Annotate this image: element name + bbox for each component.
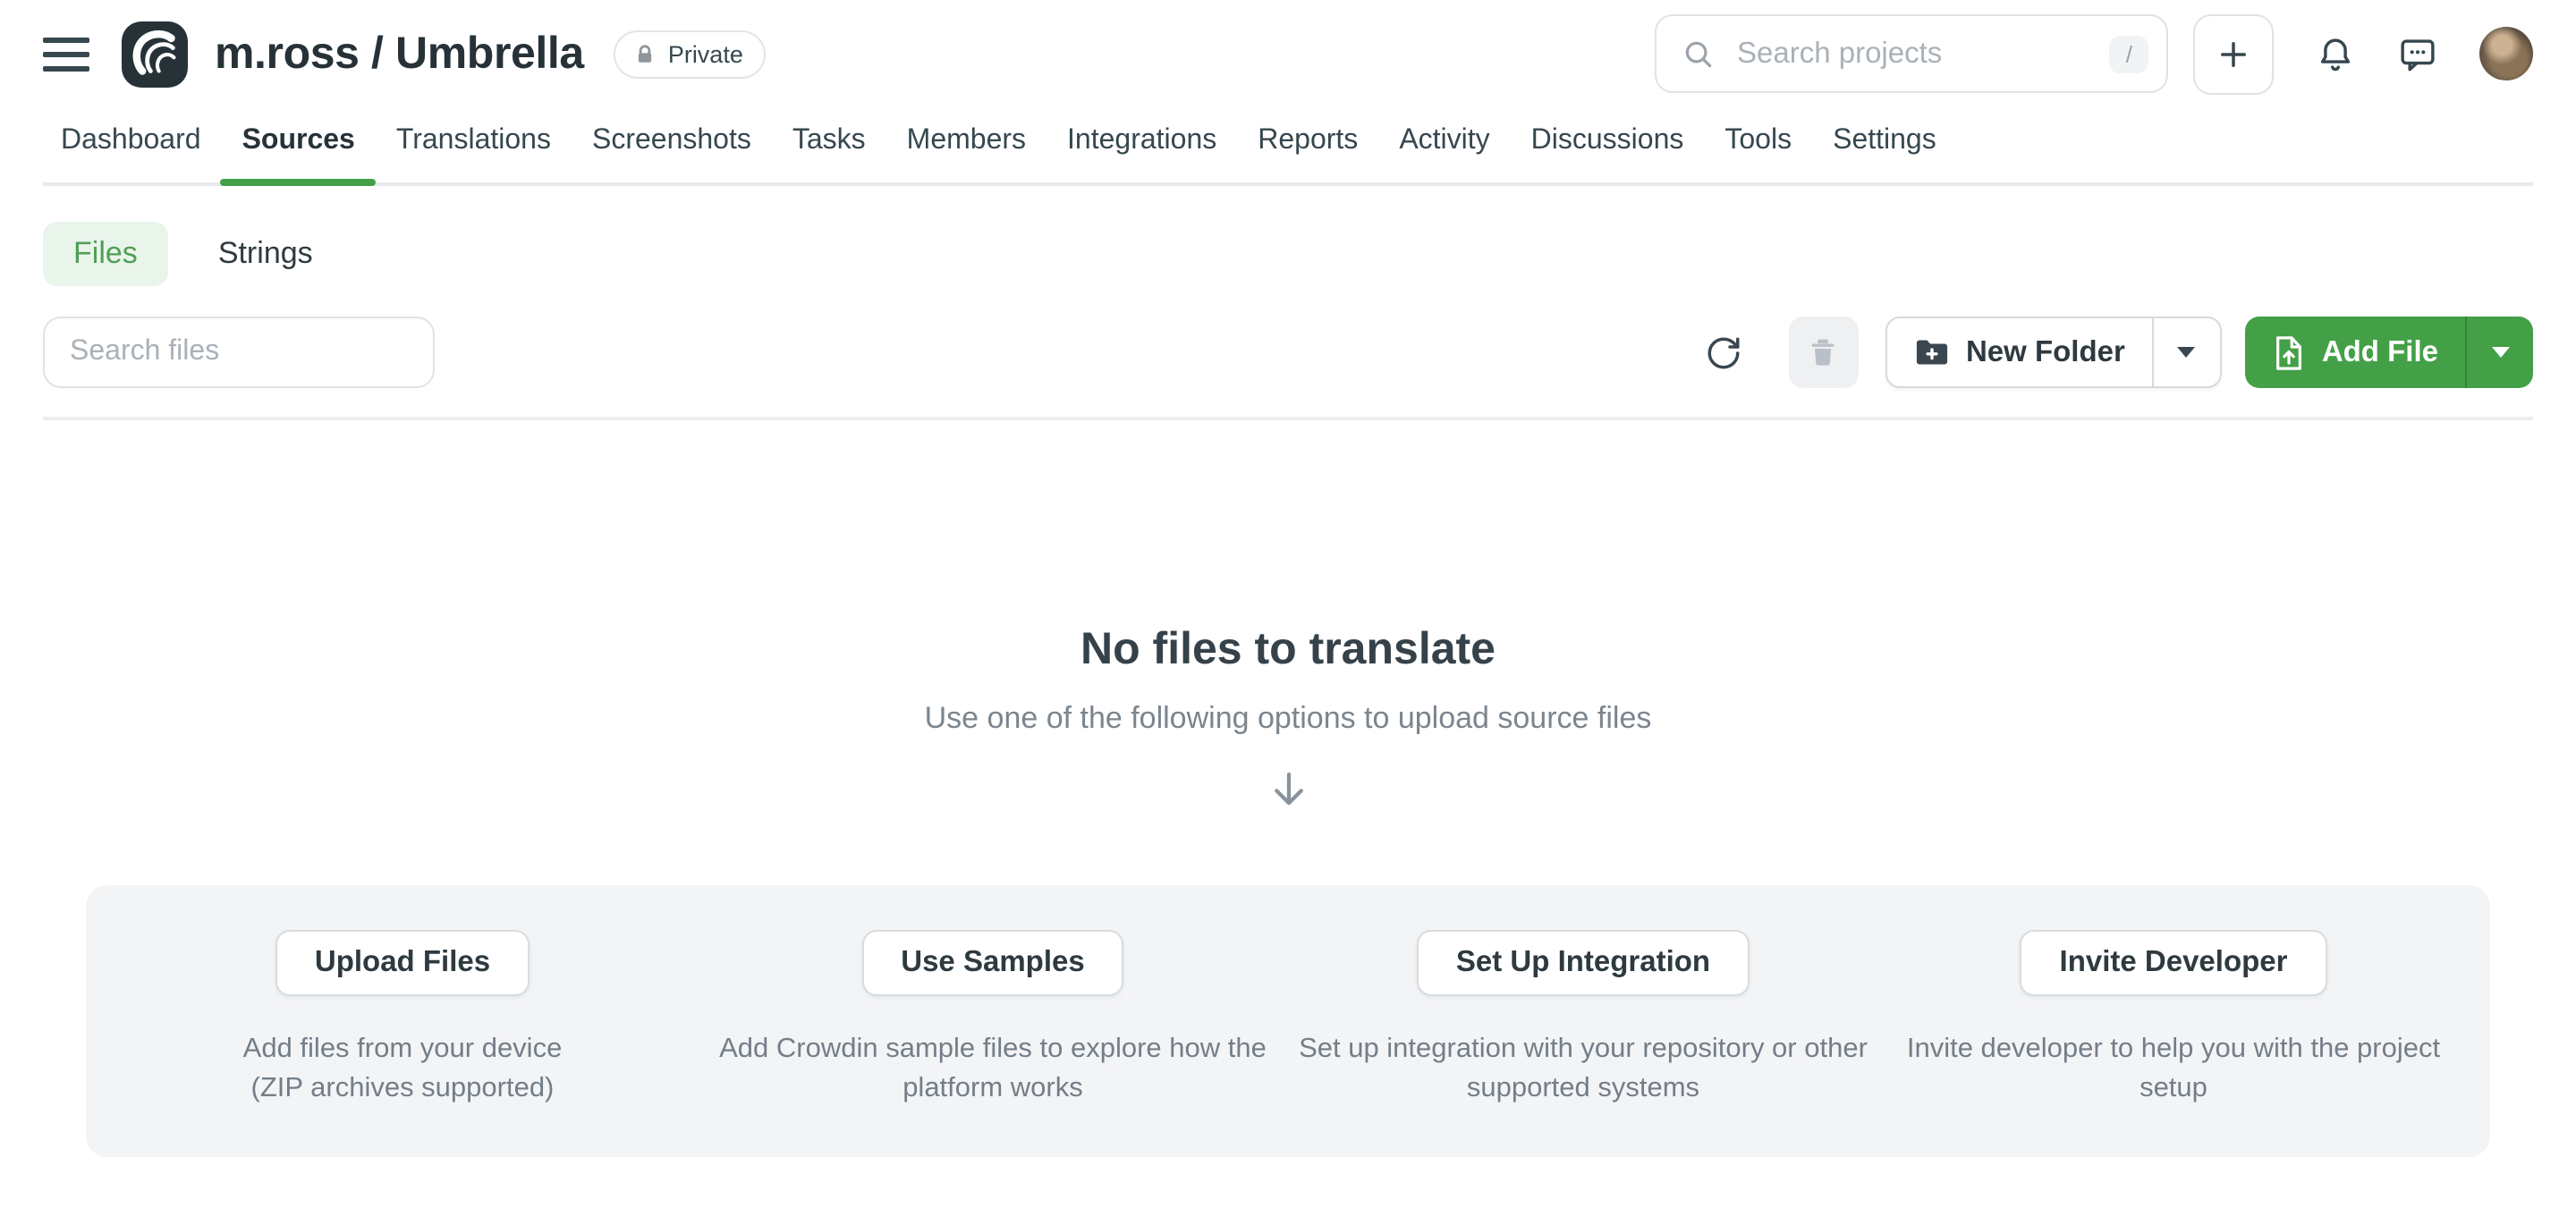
user-avatar[interactable]	[2479, 27, 2533, 80]
search-shortcut-key: /	[2110, 35, 2148, 72]
tab-reports[interactable]: Reports	[1258, 107, 1358, 182]
upload-option: Use Samples Add Crowdin sample files to …	[698, 930, 1288, 1109]
chevron-down-icon	[2491, 347, 2509, 358]
messages-button[interactable]	[2397, 33, 2438, 74]
tab-integrations[interactable]: Integrations	[1067, 107, 1216, 182]
new-folder-button: New Folder	[1885, 317, 2222, 388]
upload-files-button[interactable]: Upload Files	[275, 930, 530, 996]
chevron-down-icon	[2178, 347, 2196, 358]
refresh-button[interactable]	[1705, 334, 1742, 371]
use-samples-button[interactable]: Use Samples	[861, 930, 1123, 996]
lock-icon	[634, 42, 657, 65]
tab-members[interactable]: Members	[907, 107, 1026, 182]
delete-button[interactable]	[1789, 317, 1859, 388]
subtab-files[interactable]: Files	[43, 222, 168, 286]
tab-sources[interactable]: Sources	[242, 107, 355, 182]
upload-files-description: Add files from your device (ZIP archives…	[243, 1030, 563, 1109]
notifications-button[interactable]	[2315, 33, 2356, 74]
trash-icon	[1806, 334, 1842, 370]
search-projects-input[interactable]	[1733, 35, 2092, 72]
global-search: /	[1655, 14, 2168, 93]
new-folder-main[interactable]: New Folder	[1887, 318, 2152, 386]
upload-options-panel: Upload Files Add files from your device …	[86, 885, 2490, 1157]
tab-translations[interactable]: Translations	[396, 107, 551, 182]
set-up-integration-description: Set up integration with your repository …	[1299, 1030, 1868, 1109]
search-icon	[1682, 37, 1716, 71]
empty-state: No files to translate Use one of the fol…	[0, 624, 2576, 814]
invite-developer-description: Invite developer to help you with the pr…	[1907, 1030, 2440, 1109]
set-up-integration-button[interactable]: Set Up Integration	[1417, 930, 1750, 996]
empty-state-title: No files to translate	[0, 624, 2576, 676]
empty-state-subtitle: Use one of the following options to uplo…	[0, 701, 2576, 737]
use-samples-description: Add Crowdin sample files to explore how …	[719, 1030, 1267, 1109]
tab-activity[interactable]: Activity	[1399, 107, 1489, 182]
search-files-input[interactable]	[43, 317, 435, 388]
tab-tools[interactable]: Tools	[1724, 107, 1792, 182]
top-bar: m.ross / Umbrella Private /	[0, 0, 2576, 107]
plus-icon	[2215, 35, 2252, 72]
files-toolbar: New Folder Add File	[43, 317, 2533, 388]
tab-tasks[interactable]: Tasks	[792, 107, 866, 182]
privacy-badge-label: Private	[668, 40, 743, 67]
tab-discussions[interactable]: Discussions	[1531, 107, 1684, 182]
bell-icon	[2315, 33, 2356, 74]
invite-developer-button[interactable]: Invite Developer	[2021, 930, 2327, 996]
project-title: m.ross / Umbrella	[215, 28, 584, 80]
upload-option: Invite Developer Invite developer to hel…	[1878, 930, 2469, 1109]
arrow-down-icon	[1264, 765, 1312, 814]
tab-screenshots[interactable]: Screenshots	[592, 107, 751, 182]
refresh-icon	[1705, 334, 1742, 371]
page: m.ross / Umbrella Private /	[0, 0, 2576, 1208]
toolbar-divider	[43, 417, 2533, 420]
add-file-label: Add File	[2322, 335, 2438, 369]
new-folder-dropdown[interactable]	[2152, 318, 2220, 386]
file-upload-icon	[2272, 334, 2306, 371]
crowdin-logo[interactable]	[122, 21, 188, 87]
privacy-badge: Private	[614, 30, 767, 78]
upload-option: Upload Files Add files from your device …	[107, 930, 698, 1109]
add-file-dropdown[interactable]	[2465, 317, 2533, 388]
menu-icon[interactable]	[43, 30, 89, 77]
create-project-button[interactable]	[2193, 13, 2274, 94]
new-folder-label: New Folder	[1966, 335, 2125, 369]
add-file-main[interactable]: Add File	[2245, 317, 2465, 388]
add-file-button: Add File	[2245, 317, 2533, 388]
upload-option: Set Up Integration Set up integration wi…	[1288, 930, 1878, 1109]
tab-dashboard[interactable]: Dashboard	[61, 107, 201, 182]
project-nav: Dashboard Sources Translations Screensho…	[43, 107, 2533, 186]
chat-icon	[2397, 33, 2438, 74]
sources-subtabs: Files Strings	[43, 222, 2533, 286]
tab-settings[interactable]: Settings	[1833, 107, 1936, 182]
subtab-strings[interactable]: Strings	[215, 222, 317, 286]
folder-plus-icon	[1914, 336, 1950, 368]
